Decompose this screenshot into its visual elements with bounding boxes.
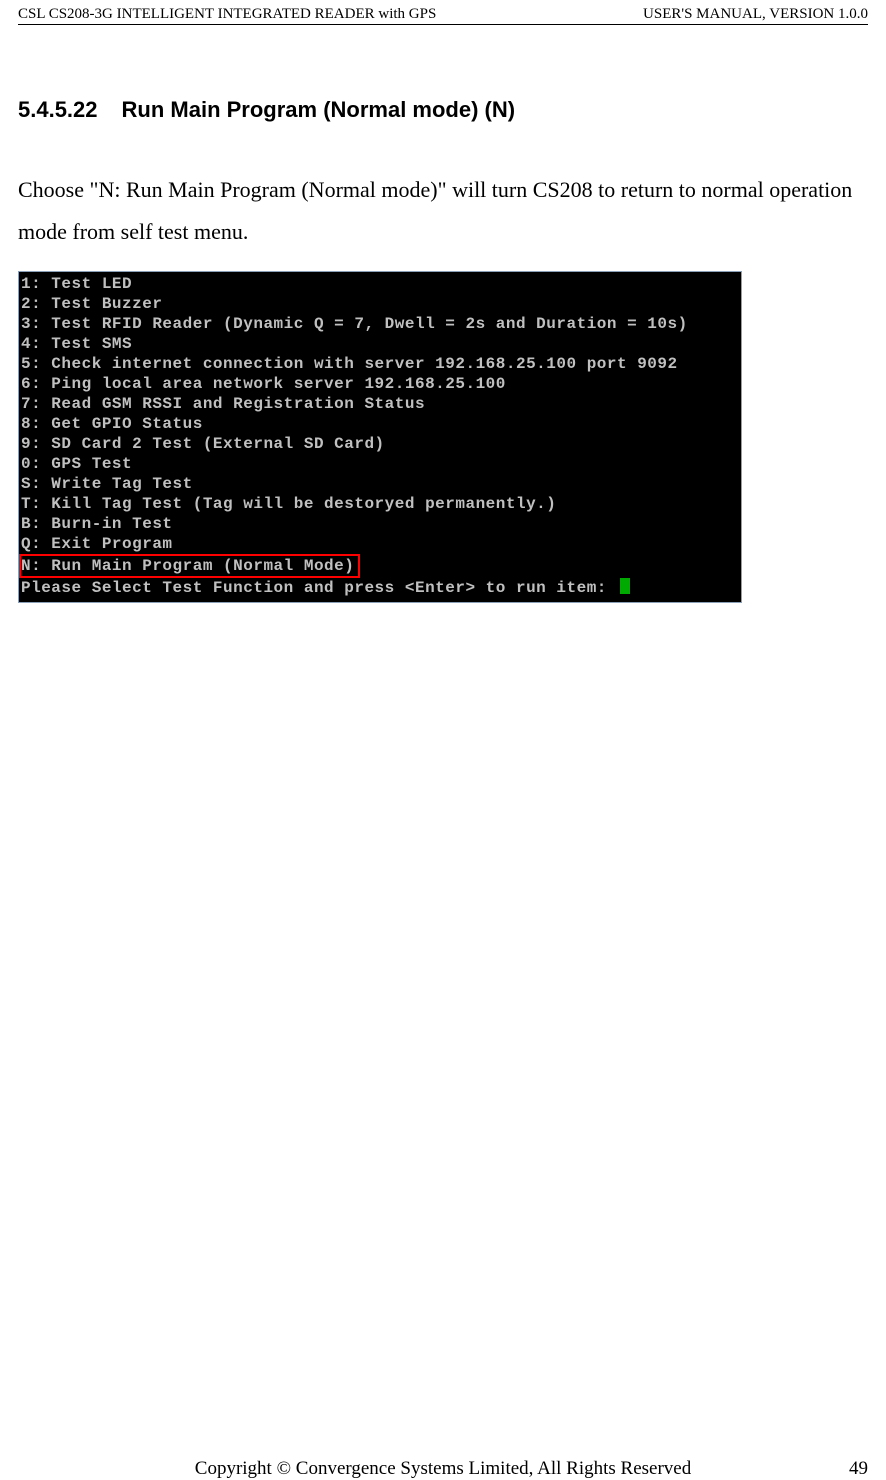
header-left: CSL CS208-3G INTELLIGENT INTEGRATED READ… <box>18 6 436 23</box>
terminal-line: S: Write Tag Test <box>19 474 741 494</box>
terminal-line: 7: Read GSM RSSI and Registration Status <box>19 394 741 414</box>
footer-copyright: Copyright © Convergence Systems Limited,… <box>18 1458 868 1480</box>
terminal-line: 6: Ping local area network server 192.16… <box>19 374 741 394</box>
terminal-line: B: Burn-in Test <box>19 514 741 534</box>
section-number: 5.4.5.22 <box>18 97 98 122</box>
terminal-line: 1: Test LED <box>19 274 741 294</box>
terminal-prompt-text: Please Select Test Function and press <E… <box>21 579 617 597</box>
terminal-cursor-icon <box>620 578 630 594</box>
terminal-line: 2: Test Buzzer <box>19 294 741 314</box>
section-heading: 5.4.5.22 Run Main Program (Normal mode) (… <box>18 97 868 123</box>
terminal-highlight-line: N: Run Main Program (Normal Mode) <box>19 554 741 578</box>
terminal-line: 4: Test SMS <box>19 334 741 354</box>
terminal-line: 5: Check internet connection with server… <box>19 354 741 374</box>
header-right: USER'S MANUAL, VERSION 1.0.0 <box>643 6 868 23</box>
terminal-line: Q: Exit Program <box>19 534 741 554</box>
footer-page-number: 49 <box>849 1458 868 1480</box>
terminal-screenshot: 1: Test LED 2: Test Buzzer 3: Test RFID … <box>18 271 742 603</box>
terminal-line: 9: SD Card 2 Test (External SD Card) <box>19 434 741 454</box>
terminal-line: 0: GPS Test <box>19 454 741 474</box>
terminal-prompt-line: Please Select Test Function and press <E… <box>19 578 741 598</box>
terminal-line: T: Kill Tag Test (Tag will be destoryed … <box>19 494 741 514</box>
terminal-line: 3: Test RFID Reader (Dynamic Q = 7, Dwel… <box>19 314 741 334</box>
highlight-box: N: Run Main Program (Normal Mode) <box>19 554 360 578</box>
section-title: Run Main Program (Normal mode) (N) <box>122 97 516 122</box>
page-header: CSL CS208-3G INTELLIGENT INTEGRATED READ… <box>18 6 868 25</box>
terminal-line: 8: Get GPIO Status <box>19 414 741 434</box>
body-paragraph: Choose "N: Run Main Program (Normal mode… <box>18 169 868 253</box>
